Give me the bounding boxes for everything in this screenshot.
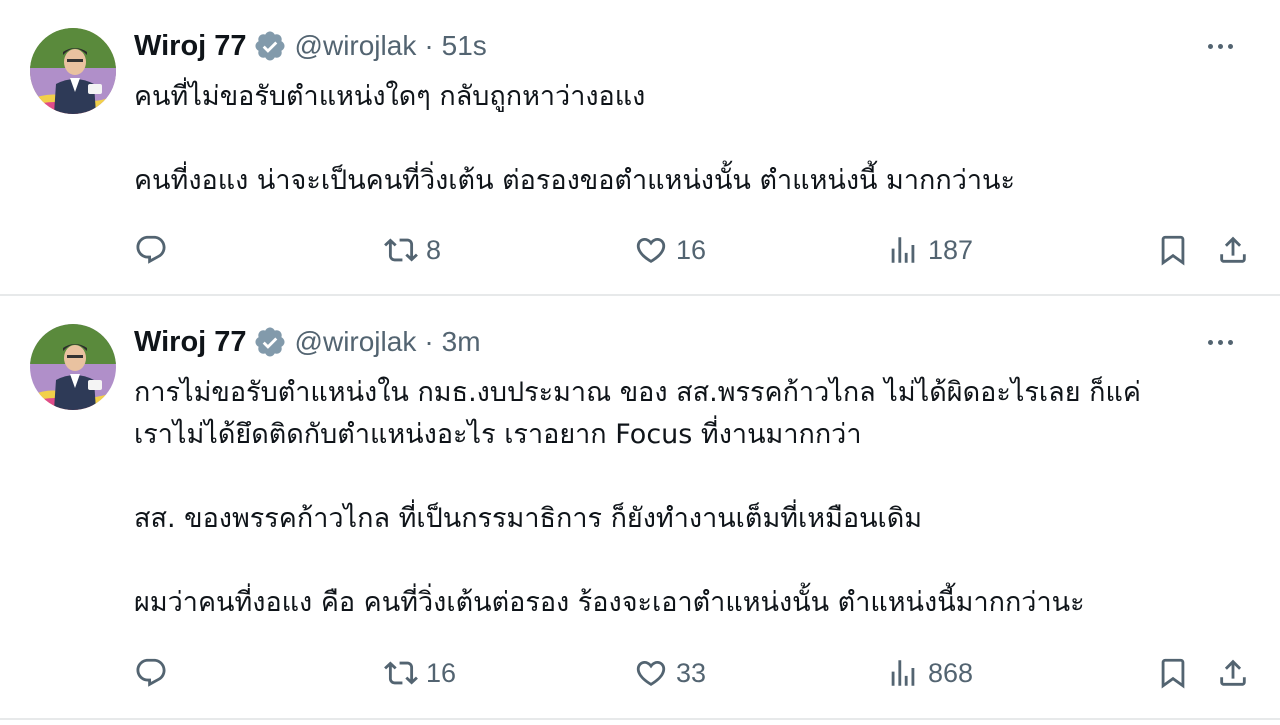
bookmark-icon [1161, 658, 1185, 689]
retweet-count: 16 [426, 657, 457, 688]
tweet-header: Wiroj 77 @wirojlak · 51s [134, 26, 487, 66]
tweet-text-line: เราไม่ได้ยึดติดกับตำแหน่งอะไร เราอยาก Fo… [134, 419, 862, 450]
bookmark-icon [1161, 235, 1185, 266]
views-count: 868 [928, 657, 974, 688]
tweet[interactable]: Wiroj 77 @wirojlak · 51s คนที่ไม่ขอรับตำ… [0, 0, 1280, 296]
tweet-timestamp[interactable]: 3m [442, 322, 481, 362]
bar-chart-icon [891, 660, 915, 686]
tweet-text: การไม่ขอรับตำแหน่งใน กมธ.งบประมาณ ของ สส… [134, 372, 1250, 624]
retweet-button[interactable]: 8 [384, 228, 441, 272]
retweet-count: 8 [426, 234, 442, 265]
like-count: 16 [676, 234, 707, 265]
bookmark-button[interactable] [1156, 228, 1190, 272]
upload-arrow-icon [1220, 236, 1246, 263]
separator-dot: · [424, 30, 434, 61]
like-count: 33 [676, 657, 707, 688]
tweet-text: คนที่ไม่ขอรับตำแหน่งใดๆ กลับถูกหาว่างอแง… [134, 76, 1250, 202]
tweet-text-line: การไม่ขอรับตำแหน่งใน กมธ.งบประมาณ ของ สส… [134, 377, 1141, 408]
retweet-arrows-icon [384, 661, 418, 685]
author-handle[interactable]: @wirojlak [295, 322, 417, 362]
bar-chart-icon [891, 237, 915, 263]
tweet-text-line: คนที่งอแง น่าจะเป็นคนที่วิ่งเต้น ต่อรองข… [134, 165, 1015, 196]
more-dots-icon[interactable] [1200, 324, 1240, 360]
like-button[interactable]: 33 [634, 651, 706, 695]
tweet-text-line: คนที่ไม่ขอรับตำแหน่งใดๆ กลับถูกหาว่างอแง [134, 81, 646, 112]
bookmark-button[interactable] [1156, 651, 1190, 695]
retweet-arrows-icon [384, 238, 418, 262]
like-button[interactable]: 16 [634, 228, 706, 272]
tweet-actions: 16 33 868 [134, 651, 1250, 695]
separator-dot: · [424, 326, 434, 357]
tweet-header: Wiroj 77 @wirojlak · 3m [134, 322, 481, 362]
author-handle[interactable]: @wirojlak [295, 26, 417, 66]
author-name[interactable]: Wiroj 77 [134, 322, 247, 362]
reply-button[interactable] [134, 228, 168, 272]
author-name[interactable]: Wiroj 77 [134, 26, 247, 66]
tweet-timestamp[interactable]: 51s [442, 26, 487, 66]
share-button[interactable] [1216, 651, 1250, 695]
verified-badge-icon[interactable] [253, 325, 287, 359]
more-dots-icon[interactable] [1200, 28, 1240, 64]
retweet-button[interactable]: 16 [384, 651, 456, 695]
upload-arrow-icon [1220, 659, 1246, 686]
views-button[interactable]: 187 [886, 228, 973, 272]
verified-badge-icon[interactable] [253, 29, 287, 63]
views-count: 187 [928, 234, 974, 265]
tweet-text-line: สส. ของพรรคก้าวไกล ที่เป็นกรรมาธิการ ก็ย… [134, 503, 923, 534]
heart-icon [636, 237, 666, 263]
heart-icon [636, 660, 666, 686]
tweet-feed: Wiroj 77 @wirojlak · 51s คนที่ไม่ขอรับตำ… [0, 0, 1280, 725]
avatar[interactable] [30, 324, 116, 410]
share-button[interactable] [1216, 228, 1250, 272]
avatar[interactable] [30, 28, 116, 114]
tweet-text-line: ผมว่าคนที่งอแง คือ คนที่วิ่งเต้นต่อรอง ร… [134, 587, 1085, 618]
speech-bubble-icon [136, 235, 166, 264]
tweet-actions: 8 16 187 [134, 228, 1250, 272]
reply-button[interactable] [134, 651, 168, 695]
views-button[interactable]: 868 [886, 651, 973, 695]
speech-bubble-icon [136, 658, 166, 687]
